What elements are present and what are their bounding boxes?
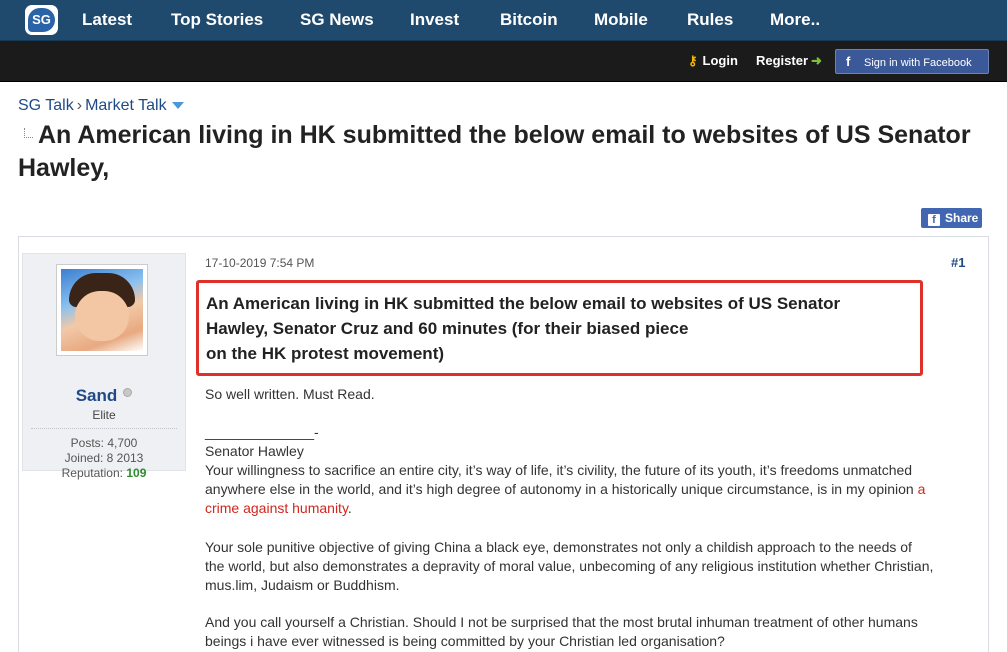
user-stats: Posts: 4,700 Joined: 8 2013 Reputation: … (23, 436, 185, 481)
page-title: An American living in HK submitted the b… (18, 121, 971, 182)
post-salutation: Senator Hawley (205, 443, 304, 459)
nav-link-latest[interactable]: Latest (82, 10, 132, 30)
user-joined: Joined: 8 2013 (64, 451, 144, 465)
breadcrumb-separator: › (76, 97, 83, 114)
paragraph-text: . (347, 500, 352, 516)
logo-text: SG (28, 8, 55, 32)
username-row: Sand (23, 386, 185, 406)
paragraph-text: Your willingness to sacrifice an entire … (205, 462, 918, 497)
post-separator: ______________- (205, 424, 319, 440)
post: Sand Elite Posts: 4,700 Joined: 8 2013 R… (18, 236, 989, 652)
account-bar: ⚷ Login Register ➜ f Sign in with Facebook (0, 41, 1007, 82)
breadcrumb-sg-talk[interactable]: SG Talk (18, 97, 74, 114)
post-number-link[interactable]: #1 (951, 255, 965, 270)
nav-link-rules[interactable]: Rules (687, 10, 733, 30)
avatar[interactable] (56, 264, 148, 356)
username-link[interactable]: Sand (76, 386, 118, 405)
post-paragraph-3: And you call yourself a Christian. Shoul… (205, 614, 918, 649)
post-title-line: An American living in HK submitted the b… (206, 294, 841, 313)
facebook-signin-button[interactable]: f Sign in with Facebook (835, 49, 989, 74)
register-link[interactable]: Register ➜ (756, 53, 822, 69)
share-button[interactable]: f Share (921, 208, 982, 228)
share-label: Share (945, 211, 979, 225)
avatar-face (75, 291, 129, 341)
avatar-image (61, 269, 143, 351)
breadcrumb: SG Talk › Market Talk (18, 97, 184, 115)
user-posts: Posts: 4,700 (70, 436, 138, 450)
offline-status-icon (123, 388, 133, 397)
breadcrumb-market-talk[interactable]: Market Talk (85, 97, 167, 114)
post-paragraph-1: Your willingness to sacrifice an entire … (205, 461, 935, 518)
login-label: Login (702, 53, 738, 68)
top-nav: SG Latest Top Stories SG News Invest Bit… (0, 0, 1007, 41)
post-title: An American living in HK submitted the b… (206, 291, 926, 366)
register-label: Register (756, 53, 809, 68)
user-rank: Elite (92, 408, 116, 422)
post-date: 17-10-2019 7:54 PM (205, 256, 315, 270)
post-paragraph-2: Your sole punitive objective of giving C… (205, 539, 934, 593)
login-link[interactable]: ⚷ Login (688, 53, 738, 69)
post-title-line: on the HK protest movement) (206, 344, 445, 363)
divider (31, 428, 177, 429)
user-info-panel: Sand Elite Posts: 4,700 Joined: 8 2013 R… (22, 253, 186, 480)
post-intro: So well written. Must Read. (205, 386, 375, 402)
nav-link-bitcoin[interactable]: Bitcoin (500, 10, 558, 30)
nav-link-sg-news[interactable]: SG News (300, 10, 374, 30)
post-title-line: Hawley, Senator Cruz and 60 minutes (for… (206, 319, 689, 338)
nav-link-mobile[interactable]: Mobile (594, 10, 648, 30)
reputation-value: 109 (126, 466, 147, 480)
nav-link-invest[interactable]: Invest (410, 10, 459, 30)
arrow-right-icon: ➜ (811, 53, 822, 68)
reputation-label: Reputation: (61, 466, 123, 480)
nav-link-more[interactable]: More.. (770, 10, 820, 30)
facebook-icon: f (846, 54, 851, 69)
nav-link-top-stories[interactable]: Top Stories (171, 10, 263, 30)
user-reputation: Reputation: 109 (23, 466, 185, 481)
site-logo[interactable]: SG (25, 5, 58, 35)
facebook-signin-label: Sign in with Facebook (864, 57, 972, 69)
key-icon: ⚷ (688, 53, 698, 68)
chevron-down-icon[interactable] (171, 102, 184, 110)
facebook-icon: f (928, 214, 940, 226)
